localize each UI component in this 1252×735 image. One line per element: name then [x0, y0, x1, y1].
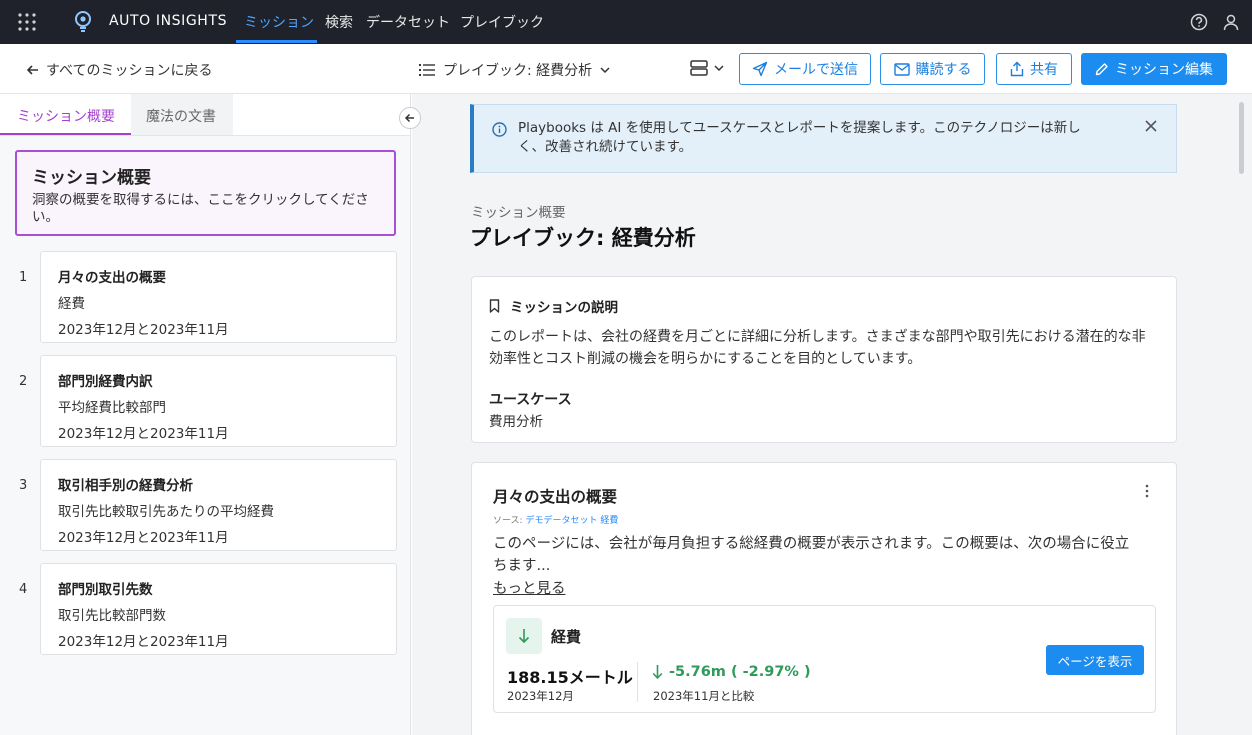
- subscribe-button-label: 購読する: [915, 62, 972, 78]
- mission-content: Playbooks は AI を使用してユースケースとレポートを提案します。この…: [412, 94, 1252, 735]
- nav-active-indicator: [236, 40, 317, 43]
- step-metric: 取引先比較取引先あたりの平均経費: [58, 504, 274, 520]
- step-period: 2023年12月と2023年11月: [58, 634, 229, 650]
- step-card-1[interactable]: 月々の支出の概要 経費 2023年12月と2023年11月: [40, 251, 397, 343]
- layout-toggle[interactable]: [690, 60, 724, 76]
- outline-tabs: ミッション概要 魔法の文書: [0, 94, 410, 136]
- arrow-left-icon: [404, 113, 414, 123]
- metric-divider: [637, 662, 638, 702]
- expense-metric-card: 経費 188.15メートル 2023年12月 -5.76m ( -2.97% )…: [493, 605, 1156, 713]
- metric-change-value: -5.76m ( -2.97% ): [669, 664, 811, 680]
- description-header-label: ミッションの説明: [510, 300, 618, 316]
- section-body: このページには、会社が毎月負担する総経費の概要が表示されます。この概要は、次の場…: [493, 536, 1130, 574]
- source-dataset-link[interactable]: デモデータセット 経費: [525, 516, 618, 526]
- usecase-label: ユースケース: [489, 392, 572, 408]
- step-number: 4: [19, 582, 28, 597]
- metric-period: 2023年12月: [507, 689, 574, 703]
- mission-outline-panel: ミッション概要 魔法の文書 ミッション概要 洞察の概要を取得するには、ここをクリ…: [0, 94, 411, 735]
- arrow-left-icon: [26, 65, 38, 75]
- layout-icon: [690, 60, 708, 76]
- trend-down-badge: [506, 618, 542, 654]
- step-card-3[interactable]: 取引相手別の経費分析 取引先比較取引先あたりの平均経費 2023年12月と202…: [40, 459, 397, 551]
- step-title: 部門別取引先数: [58, 582, 153, 598]
- tab-active-underline: [0, 133, 131, 135]
- chevron-down-icon: [714, 65, 724, 72]
- scrollbar[interactable]: [1239, 102, 1244, 174]
- send-icon: [752, 61, 768, 77]
- nav-item-missions[interactable]: ミッション: [244, 12, 314, 32]
- edit-mission-button-label: ミッション編集: [1115, 62, 1213, 78]
- playbook-selector-label: プレイブック: 経費分析: [443, 63, 593, 79]
- arrow-down-icon: [518, 629, 530, 644]
- metric-name: 経費: [551, 628, 582, 646]
- email-button-label: メールで送信: [774, 62, 858, 78]
- step-title: 取引相手別の経費分析: [58, 478, 193, 494]
- more-options-icon[interactable]: [1145, 484, 1149, 498]
- collapse-panel-button[interactable]: [399, 107, 421, 129]
- nav-item-datasets[interactable]: データセット: [366, 12, 450, 32]
- info-icon: [492, 122, 507, 137]
- show-more-link[interactable]: もっと見る: [493, 577, 566, 598]
- subscribe-button[interactable]: 購読する: [880, 53, 985, 85]
- page-title: プレイブック: 経費分析: [470, 226, 696, 250]
- user-icon[interactable]: [1222, 13, 1240, 31]
- step-period: 2023年12月と2023年11月: [58, 426, 229, 442]
- back-link-label: すべてのミッションに戻る: [46, 63, 213, 79]
- bookmark-icon: [489, 299, 500, 313]
- mission-overview-card[interactable]: ミッション概要 洞察の概要を取得するには、ここをクリックしてください。: [15, 150, 396, 236]
- step-period: 2023年12月と2023年11月: [58, 530, 229, 546]
- section-crumb: ミッション概要: [471, 205, 566, 221]
- back-to-missions-link[interactable]: すべてのミッションに戻る: [26, 60, 212, 80]
- metric-value: 188.15メートル: [507, 668, 633, 687]
- step-number: 2: [19, 374, 28, 389]
- section-source: ソース: デモデータセット 経費: [493, 513, 618, 526]
- source-label: ソース:: [493, 516, 526, 526]
- mission-description-card: ミッションの説明 このレポートは、会社の経費を月ごとに詳細に分析します。さまざま…: [471, 276, 1177, 443]
- step-metric: 経費: [58, 296, 85, 312]
- edit-mission-button[interactable]: ミッション編集: [1081, 53, 1227, 85]
- description-body: このレポートは、会社の経費を月ごとに詳細に分析します。さまざまな部門や取引先にお…: [489, 329, 1146, 367]
- nav-item-search[interactable]: 検索: [325, 12, 353, 32]
- arrow-down-icon: [652, 665, 663, 680]
- usecase-value: 費用分析: [489, 414, 543, 430]
- metric-change: -5.76m ( -2.97% ): [652, 664, 811, 680]
- share-button[interactable]: 共有: [996, 53, 1072, 85]
- share-icon: [1010, 61, 1024, 77]
- close-icon[interactable]: [1144, 119, 1158, 133]
- brand-name: AUTO INSIGHTS: [109, 13, 228, 29]
- mail-icon: [893, 62, 910, 76]
- step-period: 2023年12月と2023年11月: [58, 322, 229, 338]
- step-number: 1: [19, 270, 28, 285]
- step-card-2[interactable]: 部門別経費内訳 平均経費比較部門 2023年12月と2023年11月: [40, 355, 397, 447]
- playbook-selector[interactable]: プレイブック: 経費分析: [419, 60, 610, 80]
- share-button-label: 共有: [1030, 62, 1058, 78]
- help-icon[interactable]: [1190, 13, 1208, 31]
- overview-card-title: ミッション概要: [32, 168, 151, 188]
- ai-info-banner: Playbooks は AI を使用してユースケースとレポートを提案します。この…: [470, 104, 1177, 173]
- nav-item-playbooks[interactable]: プレイブック: [460, 12, 544, 32]
- step-number: 3: [19, 478, 28, 493]
- app-grid-icon[interactable]: [17, 12, 37, 32]
- chevron-down-icon: [600, 67, 610, 74]
- pencil-icon: [1095, 63, 1108, 76]
- tab-mission-overview[interactable]: ミッション概要: [17, 106, 115, 126]
- banner-text: Playbooks は AI を使用してユースケースとレポートを提案します。この…: [518, 120, 1081, 155]
- top-nav-bar: AUTO INSIGHTS ミッション 検索 データセット プレイブック: [0, 0, 1252, 44]
- description-header: ミッションの説明: [489, 296, 618, 316]
- step-title: 部門別経費内訳: [58, 374, 153, 390]
- step-title: 月々の支出の概要: [58, 270, 166, 286]
- tab-magic-document[interactable]: 魔法の文書: [146, 106, 216, 126]
- step-card-4[interactable]: 部門別取引先数 取引先比較部門数 2023年12月と2023年11月: [40, 563, 397, 655]
- step-metric: 平均経費比較部門: [58, 400, 166, 416]
- mission-toolbar: すべてのミッションに戻る プレイブック: 経費分析 メールで送信 購読する 共有…: [0, 44, 1252, 94]
- section-title: 月々の支出の概要: [493, 488, 618, 506]
- email-button[interactable]: メールで送信: [739, 53, 871, 85]
- step-metric: 取引先比較部門数: [58, 608, 166, 624]
- metric-comparison: 2023年11月と比較: [653, 689, 755, 703]
- lightbulb-logo-icon: [75, 11, 91, 32]
- monthly-spend-section: 月々の支出の概要 ソース: デモデータセット 経費 このページには、会社が毎月負…: [471, 462, 1177, 735]
- view-page-button[interactable]: ページを表示: [1046, 645, 1144, 675]
- list-icon: [419, 64, 435, 76]
- overview-card-description: 洞察の概要を取得するには、ここをクリックしてください。: [32, 192, 369, 225]
